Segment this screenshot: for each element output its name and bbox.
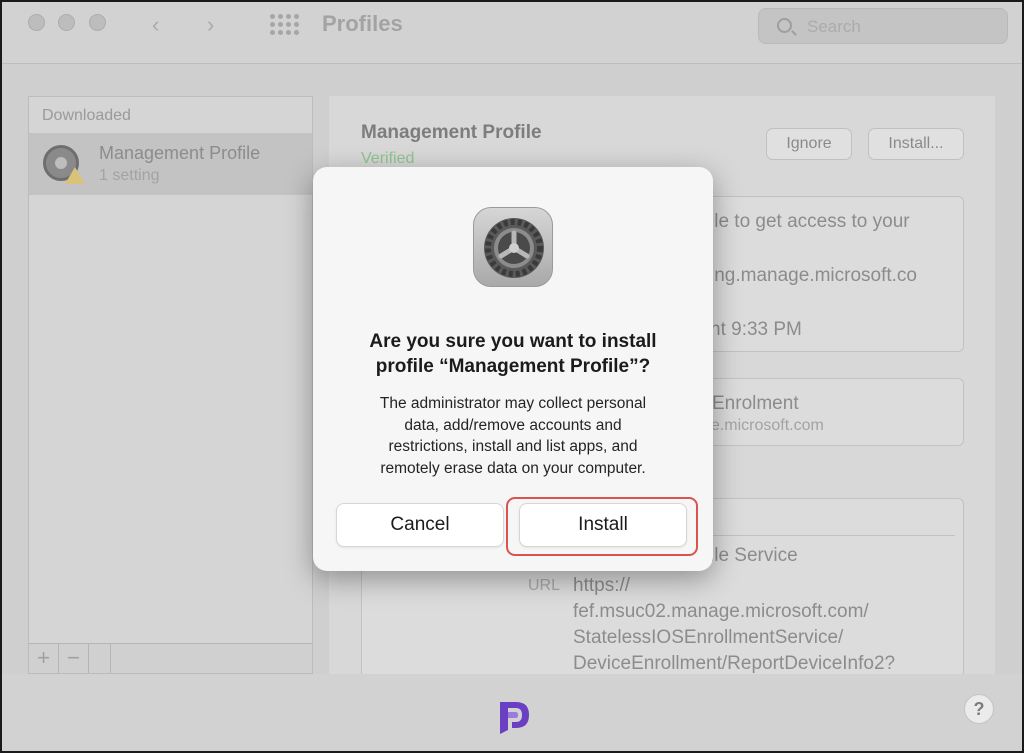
- dialog-message-line: The administrator may collect personal: [379, 395, 647, 412]
- search-placeholder: Search: [807, 17, 861, 36]
- url-line: fef.msuc02.manage.microsoft.com/: [573, 601, 869, 622]
- site-logo-icon: [500, 702, 529, 734]
- dialog-message-line: data, add/remove accounts and: [404, 416, 622, 434]
- profile-title: Management Profile: [361, 122, 542, 143]
- enrolment-title: Enrolment: [712, 393, 799, 414]
- zoom-window-button[interactable]: [89, 14, 106, 31]
- url-label: URL: [528, 577, 561, 594]
- url-line: https://: [573, 575, 631, 596]
- dialog-message-line: restrictions, install and list apps, and: [388, 438, 638, 455]
- minimize-window-button[interactable]: [58, 14, 75, 31]
- sidebar-item-title: Management Profile: [99, 143, 261, 163]
- description-line: ing.manage.microsoft.co: [710, 265, 917, 286]
- install-highlight-box: [506, 497, 698, 556]
- dialog-message: The administrator may collect personal d…: [335, 393, 691, 479]
- sidebar-bottom-bar: + −: [29, 643, 312, 673]
- description-line: nt 9:33 PM: [710, 319, 802, 340]
- dialog-title-line: profile “Management Profile”?: [375, 356, 651, 377]
- install-ellipsis-button[interactable]: Install...: [868, 128, 964, 160]
- forward-arrow-icon[interactable]: ›: [207, 12, 214, 38]
- dialog-title: Are you sure you want to install profile…: [333, 329, 693, 379]
- service-label: ile Service: [710, 545, 798, 566]
- dialog-message-line: remotely erase data on your computer.: [380, 459, 646, 477]
- window-title: Profiles: [322, 11, 403, 36]
- ignore-button[interactable]: Ignore: [766, 128, 852, 160]
- warning-icon: [65, 167, 85, 184]
- remove-profile-button[interactable]: −: [59, 644, 89, 673]
- sidebar-bar-divider: [89, 644, 111, 673]
- back-arrow-icon[interactable]: ‹: [152, 12, 159, 38]
- dialog-title-line: Are you sure you want to install: [369, 331, 657, 352]
- sidebar-item-subtitle: 1 setting: [99, 167, 160, 184]
- close-window-button[interactable]: [28, 14, 45, 31]
- search-icon: [777, 18, 792, 33]
- verified-status: Verified: [361, 150, 415, 167]
- system-preferences-gear-icon: [473, 207, 553, 287]
- screenshot-frame: ‹ › Profiles Search Downloaded Managemen…: [0, 0, 1024, 753]
- cancel-button[interactable]: Cancel: [336, 503, 504, 547]
- enrolment-subtitle: ge.microsoft.com: [702, 417, 824, 434]
- search-field[interactable]: Search: [758, 8, 1008, 44]
- title-bar: ‹ › Profiles Search: [2, 2, 1022, 64]
- add-profile-button[interactable]: +: [29, 644, 59, 673]
- gear-icon: [43, 145, 85, 185]
- details-divider: [710, 535, 955, 536]
- url-line: StatelessIOSEnrollmentService/: [573, 627, 844, 648]
- show-all-grid-icon[interactable]: [270, 14, 299, 35]
- window-footer: ?: [2, 674, 1022, 751]
- profiles-sidebar: Downloaded Management Profile 1 setting …: [28, 96, 313, 674]
- sidebar-section-label: Downloaded: [42, 107, 131, 124]
- url-line: DeviceEnrollment/ReportDeviceInfo2?: [573, 653, 896, 674]
- help-button[interactable]: ?: [964, 694, 994, 724]
- sidebar-item-management-profile[interactable]: Management Profile 1 setting: [29, 133, 312, 195]
- description-line: ile to get access to your: [710, 211, 910, 232]
